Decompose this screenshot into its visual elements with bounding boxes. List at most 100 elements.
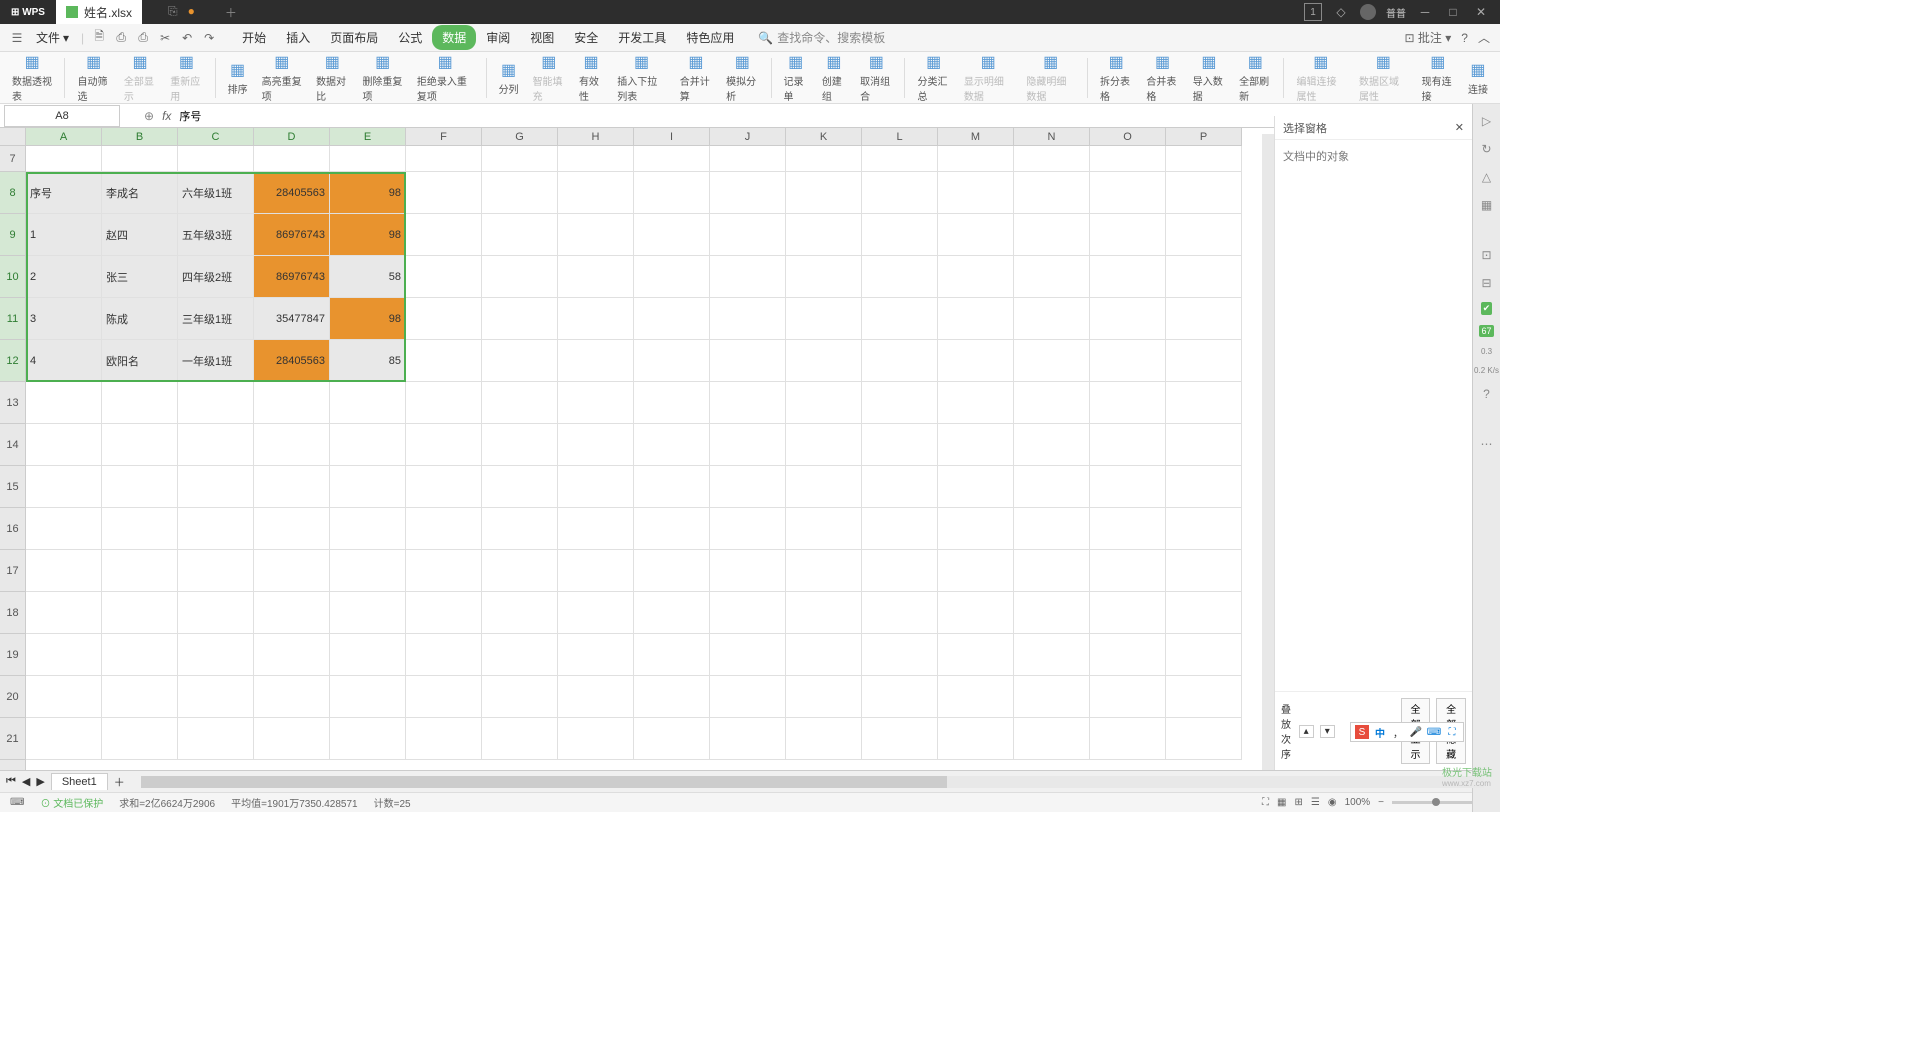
- menu-tab-3[interactable]: 公式: [388, 25, 432, 50]
- col-header-H[interactable]: H: [558, 128, 634, 145]
- cell-G15[interactable]: [482, 466, 558, 508]
- cell-A8[interactable]: 序号: [26, 172, 102, 214]
- view-normal-icon[interactable]: ▦: [1277, 797, 1286, 808]
- cell-O17[interactable]: [1090, 550, 1166, 592]
- cell-P15[interactable]: [1166, 466, 1242, 508]
- cell-K9[interactable]: [786, 214, 862, 256]
- zoom-level[interactable]: 100%: [1345, 797, 1371, 808]
- cell-H16[interactable]: [558, 508, 634, 550]
- cell-M10[interactable]: [938, 256, 1014, 298]
- cell-E17[interactable]: [330, 550, 406, 592]
- cell-P12[interactable]: [1166, 340, 1242, 382]
- row-header-15[interactable]: 15: [0, 466, 25, 508]
- collapse-ribbon-icon[interactable]: ︿: [1478, 29, 1490, 46]
- cell-P20[interactable]: [1166, 676, 1242, 718]
- user-avatar-icon[interactable]: [1360, 4, 1376, 20]
- view-fullscreen-icon[interactable]: ⛶: [1262, 797, 1269, 808]
- cell-N21[interactable]: [1014, 718, 1090, 760]
- cell-F16[interactable]: [406, 508, 482, 550]
- add-sheet-button[interactable]: ＋: [114, 774, 125, 790]
- cell-H11[interactable]: [558, 298, 634, 340]
- cell-K19[interactable]: [786, 634, 862, 676]
- menu-tab-5[interactable]: 审阅: [476, 25, 520, 50]
- sheet-nav-next-icon[interactable]: ▶: [36, 775, 44, 788]
- menu-tab-0[interactable]: 开始: [232, 25, 276, 50]
- cell-M14[interactable]: [938, 424, 1014, 466]
- cell-J7[interactable]: [710, 146, 786, 172]
- row-header-8[interactable]: 8: [0, 172, 25, 214]
- cell-B13[interactable]: [102, 382, 178, 424]
- cell-C17[interactable]: [178, 550, 254, 592]
- cell-F17[interactable]: [406, 550, 482, 592]
- cell-N19[interactable]: [1014, 634, 1090, 676]
- move-down-button[interactable]: ▾: [1320, 725, 1335, 738]
- view-pagebreak-icon[interactable]: ⊞: [1294, 797, 1302, 808]
- col-header-B[interactable]: B: [102, 128, 178, 145]
- cell-O10[interactable]: [1090, 256, 1166, 298]
- row-header-7[interactable]: 7: [0, 146, 25, 172]
- col-header-D[interactable]: D: [254, 128, 330, 145]
- row-header-16[interactable]: 16: [0, 508, 25, 550]
- cell-M13[interactable]: [938, 382, 1014, 424]
- fx-icon[interactable]: fx: [162, 109, 171, 123]
- cell-B21[interactable]: [102, 718, 178, 760]
- sheet-nav-first-icon[interactable]: ⏮: [6, 775, 16, 788]
- cell-G10[interactable]: [482, 256, 558, 298]
- cell-J18[interactable]: [710, 592, 786, 634]
- new-tab-button[interactable]: ＋: [205, 4, 237, 21]
- cell-N10[interactable]: [1014, 256, 1090, 298]
- reading-mode-icon[interactable]: ◉: [1328, 797, 1337, 808]
- cell-B17[interactable]: [102, 550, 178, 592]
- cell-E18[interactable]: [330, 592, 406, 634]
- sheet-tab-active[interactable]: Sheet1: [51, 773, 108, 790]
- cell-L8[interactable]: [862, 172, 938, 214]
- col-header-N[interactable]: N: [1014, 128, 1090, 145]
- cell-G11[interactable]: [482, 298, 558, 340]
- cell-H21[interactable]: [558, 718, 634, 760]
- cell-N18[interactable]: [1014, 592, 1090, 634]
- ribbon-删除重复项[interactable]: ▦删除重复项: [356, 50, 408, 105]
- cell-J16[interactable]: [710, 508, 786, 550]
- cell-N20[interactable]: [1014, 676, 1090, 718]
- cell-K14[interactable]: [786, 424, 862, 466]
- cell-A21[interactable]: [26, 718, 102, 760]
- cell-E9[interactable]: 98: [330, 214, 406, 256]
- cell-H20[interactable]: [558, 676, 634, 718]
- cell-L20[interactable]: [862, 676, 938, 718]
- cell-I10[interactable]: [634, 256, 710, 298]
- cell-L15[interactable]: [862, 466, 938, 508]
- cell-A9[interactable]: 1: [26, 214, 102, 256]
- ribbon-合并表格[interactable]: ▦合并表格: [1140, 50, 1184, 105]
- cell-G13[interactable]: [482, 382, 558, 424]
- cursor-icon[interactable]: ▷: [1478, 112, 1496, 130]
- name-box[interactable]: A8: [4, 105, 120, 127]
- cell-N14[interactable]: [1014, 424, 1090, 466]
- cell-K18[interactable]: [786, 592, 862, 634]
- col-header-C[interactable]: C: [178, 128, 254, 145]
- print-preview-icon[interactable]: ⎙: [114, 31, 128, 45]
- zoom-slider[interactable]: [1392, 801, 1472, 804]
- cell-B8[interactable]: 李成名: [102, 172, 178, 214]
- cell-B15[interactable]: [102, 466, 178, 508]
- cell-C9[interactable]: 五年级3班: [178, 214, 254, 256]
- cell-G8[interactable]: [482, 172, 558, 214]
- cell-K11[interactable]: [786, 298, 862, 340]
- cell-O9[interactable]: [1090, 214, 1166, 256]
- cell-M21[interactable]: [938, 718, 1014, 760]
- cell-F7[interactable]: [406, 146, 482, 172]
- ribbon-自动筛选[interactable]: ▦自动筛选: [71, 50, 115, 105]
- cell-N9[interactable]: [1014, 214, 1090, 256]
- cell-J20[interactable]: [710, 676, 786, 718]
- cell-O20[interactable]: [1090, 676, 1166, 718]
- cell-C14[interactable]: [178, 424, 254, 466]
- cell-C12[interactable]: 一年级1班: [178, 340, 254, 382]
- cell-C7[interactable]: [178, 146, 254, 172]
- cell-E20[interactable]: [330, 676, 406, 718]
- row-header-17[interactable]: 17: [0, 550, 25, 592]
- cell-I21[interactable]: [634, 718, 710, 760]
- cell-I7[interactable]: [634, 146, 710, 172]
- col-header-F[interactable]: F: [406, 128, 482, 145]
- cell-D21[interactable]: [254, 718, 330, 760]
- cell-O8[interactable]: [1090, 172, 1166, 214]
- horizontal-scrollbar[interactable]: [141, 776, 1484, 788]
